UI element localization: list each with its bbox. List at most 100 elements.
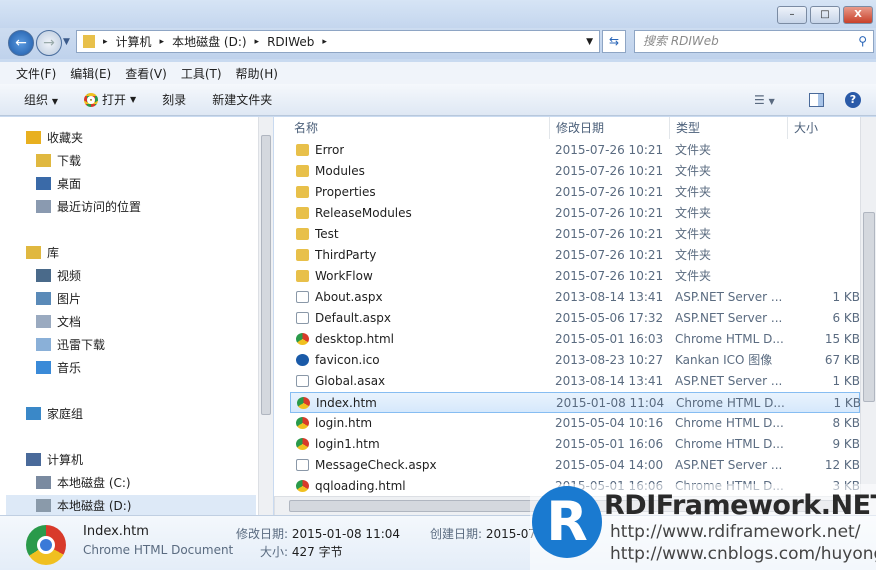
refresh-button[interactable]: ⇆ [602, 30, 626, 53]
file-row[interactable]: Index.htm 2015-01-08 11:04 Chrome HTML D..… [290, 392, 860, 413]
forward-button[interactable]: → [36, 30, 62, 56]
file-row[interactable]: Modules 2015-07-26 10:21 文件夹 [290, 161, 860, 182]
pictures-icon [36, 291, 51, 305]
organize-button[interactable]: 组织 ▼ [24, 91, 58, 108]
breadcrumb-drive-d[interactable]: 本地磁盘 (D:) [172, 33, 246, 50]
file-row[interactable]: Global.asax 2013-08-14 13:41 ASP.NET Serve… [290, 371, 860, 392]
file-type: ASP.NET Server ... [675, 458, 783, 472]
sidebar-item-label: 图片 [57, 291, 82, 306]
file-type: 文件夹 [675, 143, 712, 157]
file-modified: 2015-05-06 17:32 [555, 311, 664, 325]
sidebar-item-label: 视频 [57, 268, 82, 283]
close-button[interactable]: X [843, 6, 873, 24]
file-size: 15 KB [824, 332, 860, 346]
chrome-icon [296, 480, 309, 492]
file-row[interactable]: ThirdParty 2015-07-26 10:21 文件夹 [290, 245, 860, 266]
open-label: 打开 [102, 93, 127, 107]
breadcrumb-rdiweb[interactable]: RDIWeb [267, 35, 314, 49]
sidebar-item[interactable]: 音乐 [36, 357, 81, 377]
file-name: About.aspx [315, 290, 383, 304]
sidebar-item-label: 本地磁盘 (C:) [57, 475, 131, 490]
file-row[interactable]: ReleaseModules 2015-07-26 10:21 文件夹 [290, 203, 860, 224]
navigation-pane-scrollbar[interactable] [258, 117, 273, 515]
open-button[interactable]: 打开 ▼ [84, 91, 136, 108]
folder-icon [296, 270, 309, 282]
file-name: ThirdParty [315, 248, 377, 262]
file-type: Chrome HTML D... [675, 332, 784, 346]
sidebar-item[interactable]: 迅雷下载 [36, 334, 105, 354]
back-arrow-icon: ← [15, 35, 27, 51]
sidebar-item[interactable]: 本地磁盘 (D:) [6, 495, 256, 515]
file-name: WorkFlow [315, 269, 373, 283]
sidebar-item[interactable]: 文档 [36, 311, 81, 331]
sidebar-item[interactable]: 下载 [36, 150, 81, 170]
sidebar-item-label: 计算机 [47, 452, 84, 467]
new-folder-button[interactable]: 新建文件夹 [212, 91, 272, 108]
sidebar-item[interactable]: 最近访问的位置 [36, 196, 141, 216]
menu-tools[interactable]: 工具(T) [181, 65, 222, 82]
sidebar-item[interactable]: 收藏夹 [26, 127, 83, 147]
address-bar[interactable]: ▸ 计算机 ▸ 本地磁盘 (D:) ▸ RDIWeb ▸ ▼ [76, 30, 600, 53]
sidebar-item[interactable]: 桌面 [36, 173, 81, 193]
column-header-type[interactable]: 类型 [670, 117, 788, 139]
file-modified: 2013-08-23 10:27 [555, 353, 664, 367]
ico-file-icon [296, 354, 309, 366]
file-row[interactable]: favicon.ico 2013-08-23 10:27 Kankan ICO 图像… [290, 350, 860, 371]
column-header-modified[interactable]: 修改日期 [550, 117, 670, 139]
file-row[interactable]: Test 2015-07-26 10:21 文件夹 [290, 224, 860, 245]
file-list-vertical-scrollbar[interactable] [860, 117, 876, 496]
sidebar-item[interactable]: 本地磁盘 (C:) [36, 472, 131, 492]
watermark: R RDIFramework.NET http://www.rdiframewo… [530, 484, 876, 570]
sidebar-item[interactable]: 家庭组 [26, 403, 83, 423]
sidebar-item[interactable]: 视频 [36, 265, 81, 285]
column-header-name[interactable]: 名称 [288, 117, 550, 139]
back-button[interactable]: ← [8, 30, 34, 56]
search-icon[interactable]: ⚲ [858, 31, 867, 52]
help-icon[interactable]: ? [845, 91, 861, 108]
file-name: Default.aspx [315, 311, 391, 325]
address-dropdown-icon[interactable]: ▼ [586, 37, 593, 47]
file-type: Chrome HTML D... [676, 396, 785, 410]
preview-pane-button[interactable] [809, 92, 824, 107]
sidebar-item-label: 音乐 [57, 360, 82, 375]
sidebar-item[interactable]: 计算机 [26, 449, 83, 469]
sidebar-item-label: 迅雷下载 [57, 337, 106, 352]
file-type: ASP.NET Server ... [675, 374, 783, 388]
rdi-logo: R [532, 486, 602, 558]
breadcrumb-computer[interactable]: 计算机 [116, 33, 152, 50]
minimize-button[interactable]: – [777, 6, 807, 24]
file-type: 文件夹 [675, 269, 712, 283]
file-row[interactable]: About.aspx 2013-08-14 13:41 ASP.NET Server… [290, 287, 860, 308]
desktop-icon [36, 176, 51, 190]
navigation-pane: 收藏夹下载桌面最近访问的位置库视频图片文档迅雷下载音乐家庭组计算机本地磁盘 (C… [0, 117, 258, 515]
file-row[interactable]: WorkFlow 2015-07-26 10:21 文件夹 [290, 266, 860, 287]
recent-pages-dropdown[interactable]: ▼ [63, 37, 70, 47]
column-header-size[interactable]: 大小 [788, 117, 860, 139]
search-input[interactable]: 搜索 RDIWeb ⚲ [634, 30, 874, 53]
sidebar-item[interactable]: 库 [26, 242, 59, 262]
file-list: ^ 名称 修改日期 类型 大小 Error 2015-07-26 10:21 文件夹… [274, 117, 860, 496]
file-type: 文件夹 [675, 206, 712, 220]
file-row[interactable]: login1.htm 2015-05-01 16:06 Chrome HTML D.… [290, 434, 860, 455]
menu-file[interactable]: 文件(F) [16, 65, 56, 82]
menu-help[interactable]: 帮助(H) [236, 65, 278, 82]
file-size: 1 KB [833, 396, 860, 410]
file-row[interactable]: desktop.html 2015-05-01 16:03 Chrome HTML … [290, 329, 860, 350]
scrollbar-thumb[interactable] [261, 135, 271, 415]
file-row[interactable]: Properties 2015-07-26 10:21 文件夹 [290, 182, 860, 203]
file-type: 文件夹 [675, 248, 712, 262]
file-row[interactable]: Default.aspx 2015-05-06 17:32 ASP.NET Serv… [290, 308, 860, 329]
music-icon [36, 360, 51, 374]
view-options-button[interactable]: ☰ ▼ [754, 93, 775, 107]
sidebar-item[interactable]: 图片 [36, 288, 81, 308]
maximize-button[interactable]: □ [810, 6, 840, 24]
chrome-icon [297, 397, 310, 409]
scrollbar-thumb[interactable] [863, 212, 875, 402]
burn-button[interactable]: 刻录 [162, 91, 186, 108]
menu-edit[interactable]: 编辑(E) [70, 65, 111, 82]
menu-view[interactable]: 查看(V) [125, 65, 167, 82]
file-row[interactable]: MessageCheck.aspx 2015-05-04 14:00 ASP.NET… [290, 455, 860, 476]
file-type: 文件夹 [675, 164, 712, 178]
file-row[interactable]: login.htm 2015-05-04 10:16 Chrome HTML D..… [290, 413, 860, 434]
file-row[interactable]: Error 2015-07-26 10:21 文件夹 [290, 140, 860, 161]
